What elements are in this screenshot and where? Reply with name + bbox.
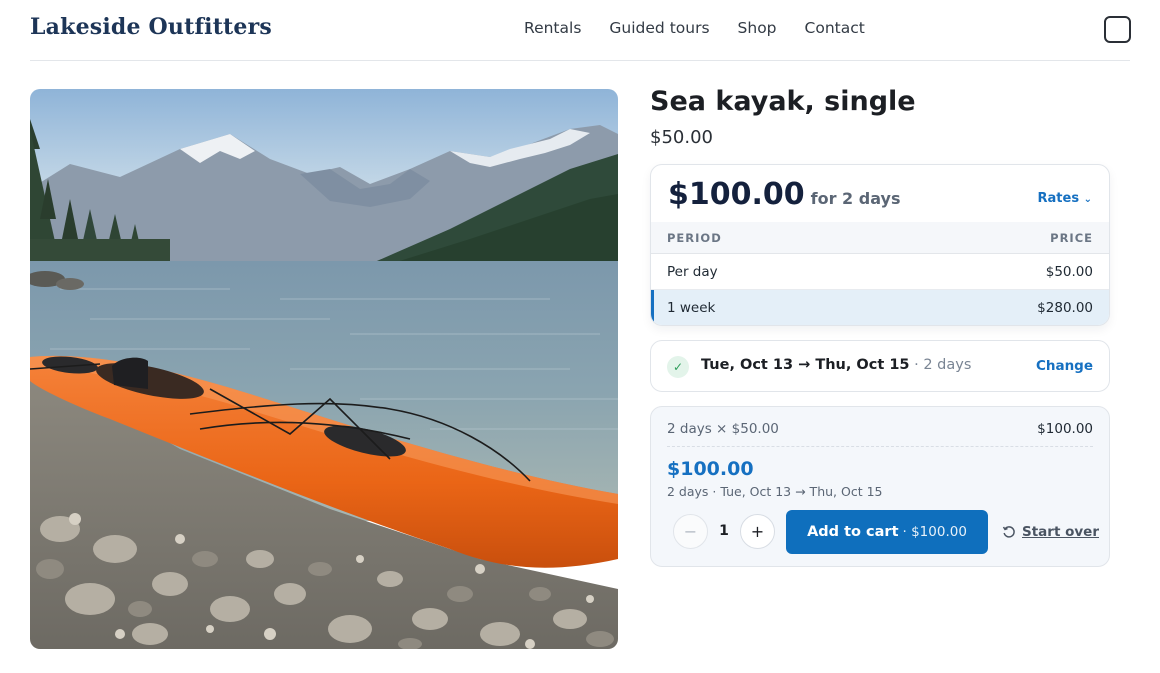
price-calculation: 2 days × $50.00 $100.00 [667, 421, 1093, 447]
column-period: PERIOD [667, 230, 722, 245]
quantity-increase-button[interactable]: + [740, 514, 775, 549]
start-over-button[interactable]: Start over [1002, 524, 1099, 540]
rates-card: $100.00 for 2 days Rates ⌄ PERIOD PRICE … [650, 164, 1110, 326]
rental-total: $100.00 for 2 days [668, 177, 900, 212]
rates-toggle-button[interactable]: Rates ⌄ [1038, 191, 1092, 206]
nav-contact[interactable]: Contact [805, 19, 865, 37]
brand-logo[interactable]: Lakeside Outfitters [30, 14, 272, 40]
calc-amount: $100.00 [1037, 421, 1093, 437]
cart-icon[interactable] [1104, 16, 1131, 43]
date-days: 2 days [923, 357, 972, 373]
check-icon: ✓ [667, 356, 689, 378]
order-summary-card: 2 days × $50.00 $100.00 $100.00 2 days ·… [650, 406, 1110, 567]
rate-period: 1 week [667, 300, 716, 316]
summary-total: $100.00 [667, 458, 754, 480]
nav-shop[interactable]: Shop [738, 19, 777, 37]
add-to-cart-price: · $100.00 [902, 524, 967, 540]
total-amount: $100.00 [668, 177, 805, 212]
date-range: Tue, Oct 13 → Thu, Oct 15 · 2 days [701, 357, 971, 373]
calc-label: 2 days × $50.00 [667, 421, 779, 437]
nav-guided-tours[interactable]: Guided tours [609, 19, 709, 37]
rate-row-1-week[interactable]: 1 week $280.00 [651, 290, 1109, 325]
reset-icon [1002, 526, 1015, 538]
add-to-cart-label: Add to cart [807, 524, 899, 540]
quantity-decrease-button[interactable]: − [673, 514, 708, 549]
summary-subtext: 2 days · Tue, Oct 13 → Thu, Oct 15 [667, 484, 883, 499]
column-price: PRICE [1050, 230, 1093, 245]
base-price: $50.00 [650, 127, 713, 148]
nav-rentals[interactable]: Rentals [524, 19, 581, 37]
product-image [30, 89, 618, 649]
selected-dates-card: ✓ Tue, Oct 13 → Thu, Oct 15 · 2 days Cha… [650, 340, 1110, 392]
date-separator: · [909, 357, 924, 373]
rate-price: $280.00 [1037, 300, 1093, 316]
rates-toggle-label: Rates [1037, 191, 1080, 206]
main-nav: Rentals Guided tours Shop Contact [524, 19, 865, 37]
kayak-lake-illustration [30, 89, 618, 649]
date-range-text: Tue, Oct 13 → Thu, Oct 15 [701, 357, 910, 373]
rate-price: $50.00 [1045, 263, 1093, 280]
add-to-cart-button[interactable]: Add to cart · $100.00 [786, 510, 988, 554]
product-title: Sea kayak, single [650, 86, 916, 117]
rates-table: PERIOD PRICE Per day $50.00 1 week $280.… [651, 222, 1109, 325]
change-dates-button[interactable]: Change [1036, 358, 1093, 374]
chevron-down-icon: ⌄ [1083, 194, 1092, 205]
quantity-value: 1 [719, 523, 729, 539]
total-duration: for 2 days [810, 189, 901, 208]
rate-row-per-day[interactable]: Per day $50.00 [651, 254, 1109, 290]
rates-table-header: PERIOD PRICE [651, 222, 1109, 254]
rate-period: Per day [667, 263, 718, 280]
start-over-label: Start over [1022, 524, 1099, 540]
site-header: Lakeside Outfitters Rentals Guided tours… [30, 0, 1131, 61]
